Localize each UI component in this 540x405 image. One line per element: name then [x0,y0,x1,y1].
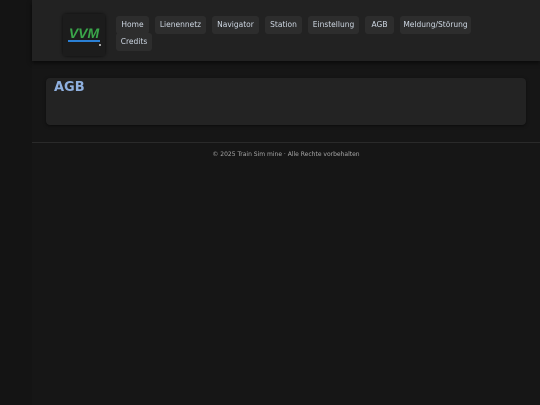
nav-station-button[interactable]: Station [265,16,302,34]
page-title: AGB [54,80,85,95]
footer-divider [32,142,540,143]
nav-credits-button[interactable]: Credits [116,33,152,51]
nav-meldung-stoerung-button[interactable]: Meldung/Störung [400,16,471,34]
page: VVM Home Lienennetz Navigator Station Ei… [0,0,540,405]
nav-home-button[interactable]: Home [116,16,149,34]
vvm-logo[interactable]: VVM [63,14,105,56]
vvm-logo-icon: VVM [63,14,105,56]
nav-einstellung-button[interactable]: Einstellung [308,16,359,34]
nav-navigator-button[interactable]: Navigator [212,16,259,34]
content-card: AGB [46,78,526,125]
footer-copyright: © 2025 Train Sim mine · Alle Rechte vorb… [212,151,360,158]
logo-text: VVM [69,25,100,41]
nav-lienennetz-button[interactable]: Lienennetz [155,16,206,34]
nav-agb-button[interactable]: AGB [365,16,394,34]
